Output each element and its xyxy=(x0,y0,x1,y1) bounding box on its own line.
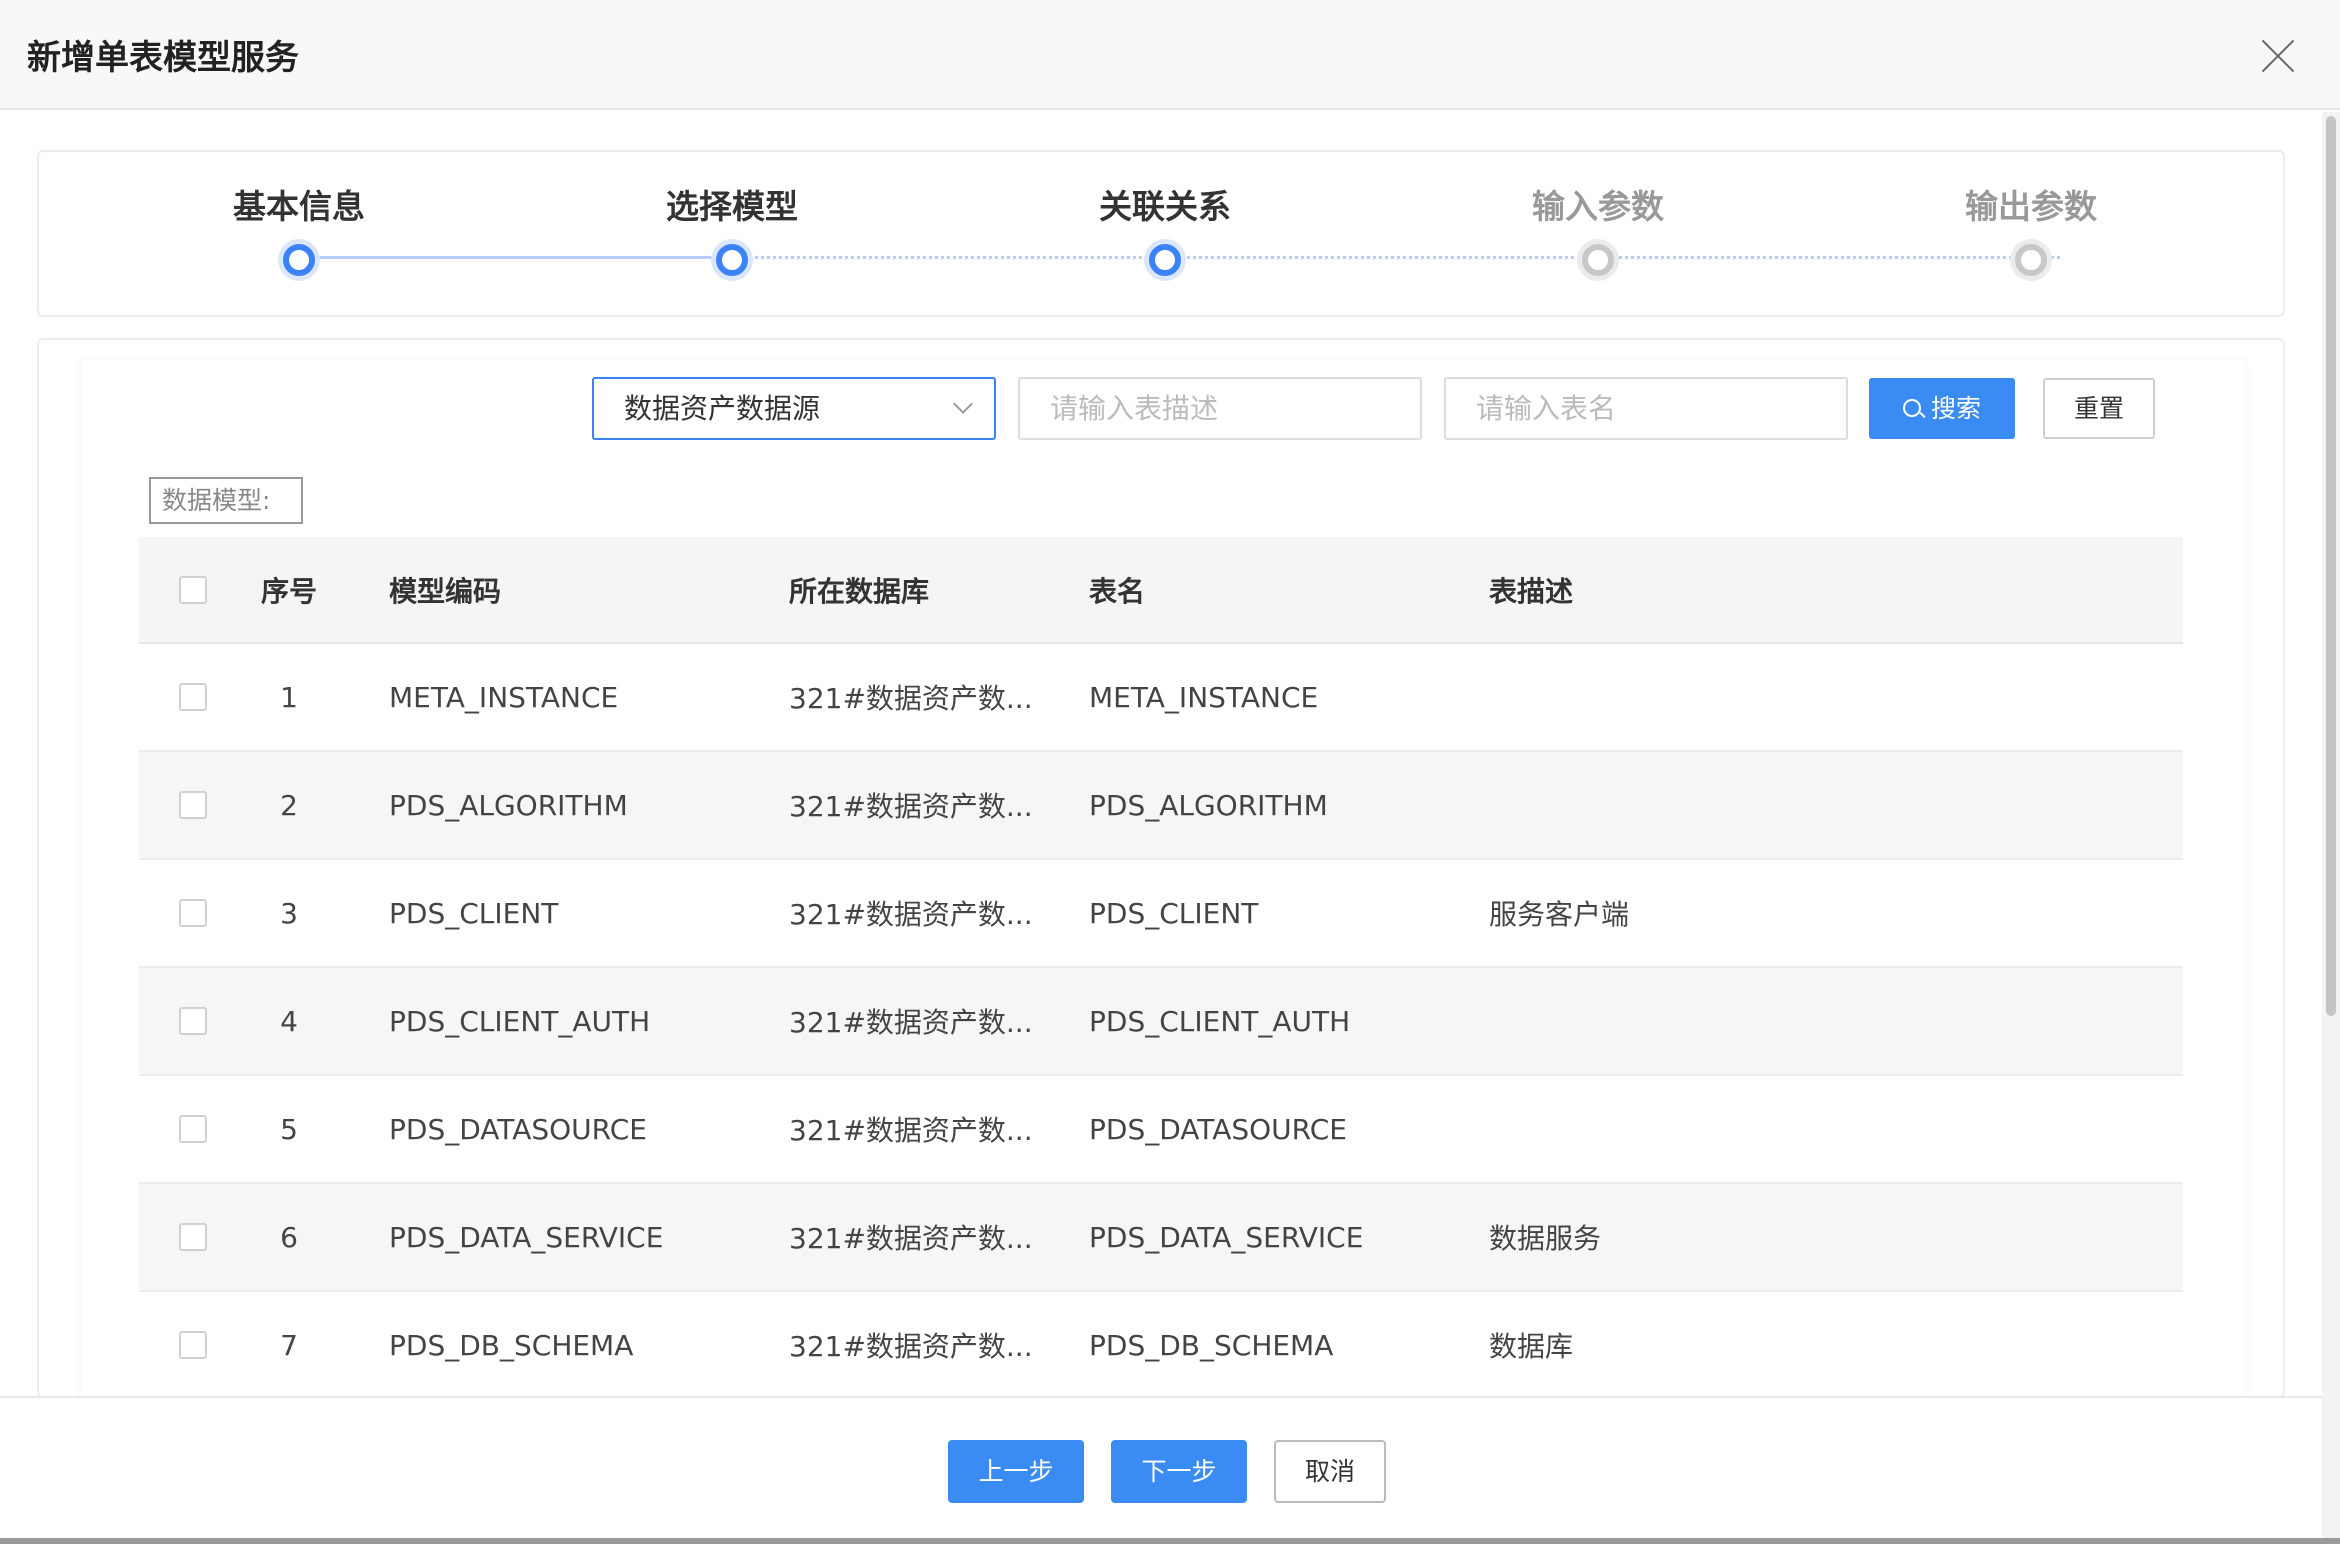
row-table-name: PDS_CLIENT xyxy=(1089,896,1259,930)
header-checkbox-cell xyxy=(179,537,207,642)
row-checkbox-cell xyxy=(179,968,207,1074)
row-checkbox-cell xyxy=(179,644,207,750)
row-table-name: PDS_ALGORITHM xyxy=(1089,788,1328,822)
row-table-name: PDS_CLIENT_AUTH xyxy=(1089,1004,1351,1038)
row-table-desc: 数据库 xyxy=(1489,1330,1574,1363)
header-model-code: 模型编码 xyxy=(389,574,502,608)
table-row[interactable]: 4 PDS_CLIENT_AUTH 321#数据资产数... PDS_CLIEN… xyxy=(139,968,2183,1076)
search-button-label: 搜索 xyxy=(1930,394,1981,423)
table-row[interactable]: 7 PDS_DB_SCHEMA 321#数据资产数... PDS_DB_SCHE… xyxy=(139,1292,2183,1400)
row-table-desc: 数据服务 xyxy=(1489,1222,1602,1255)
header-database: 所在数据库 xyxy=(789,574,930,608)
row-checkbox[interactable] xyxy=(179,683,207,711)
row-table-name: META_INSTANCE xyxy=(1089,680,1319,714)
step-label: 输出参数 xyxy=(1965,187,2097,226)
dialog-header: 新增单表模型服务 xyxy=(0,0,2340,110)
row-checkbox[interactable] xyxy=(179,1223,207,1251)
select-all-checkbox[interactable] xyxy=(179,575,207,604)
row-checkbox[interactable] xyxy=(179,791,207,819)
search-icon xyxy=(1902,399,1921,417)
step-label: 基本信息 xyxy=(233,187,365,226)
dialog-title: 新增单表模型服务 xyxy=(27,38,299,78)
row-model-code: PDS_CLIENT_AUTH xyxy=(389,1004,651,1038)
row-checkbox-cell xyxy=(179,1184,207,1290)
steps-card: 基本信息 选择模型 关联关系 输入参数 输出参数 xyxy=(37,150,2285,317)
step-relations: 关联关系 xyxy=(1015,180,1315,276)
step-connector xyxy=(732,256,2060,259)
row-index: 3 xyxy=(280,896,298,930)
row-checkbox[interactable] xyxy=(179,1115,207,1143)
row-checkbox[interactable] xyxy=(179,1007,207,1035)
search-button[interactable]: 搜索 xyxy=(1869,378,2015,439)
step-dot xyxy=(283,244,315,276)
scrollbar-thumb[interactable] xyxy=(2326,116,2336,1016)
row-checkbox-cell xyxy=(179,752,207,858)
row-model-code: PDS_DATA_SERVICE xyxy=(389,1220,664,1254)
step-dot xyxy=(2015,244,2047,276)
table-row[interactable]: 3 PDS_CLIENT 321#数据资产数... PDS_CLIENT 服务客… xyxy=(139,860,2183,968)
table-row[interactable]: 2 PDS_ALGORITHM 321#数据资产数... PDS_ALGORIT… xyxy=(139,752,2183,860)
step-dot xyxy=(1149,244,1181,276)
step-label: 输入参数 xyxy=(1532,187,1664,226)
row-index: 7 xyxy=(280,1328,298,1362)
step-output-params: 输出参数 xyxy=(1881,180,2181,276)
vertical-scrollbar[interactable] xyxy=(2322,112,2340,1544)
row-table-name: PDS_DATASOURCE xyxy=(1089,1112,1347,1146)
table-row[interactable]: 1 META_INSTANCE 321#数据资产数... META_INSTAN… xyxy=(139,644,2183,752)
row-model-code: PDS_ALGORITHM xyxy=(389,788,628,822)
table-name-input[interactable] xyxy=(1444,377,1848,440)
row-checkbox-cell xyxy=(179,1292,207,1398)
row-model-code: META_INSTANCE xyxy=(389,680,619,714)
header-index: 序号 xyxy=(260,574,317,608)
row-index: 4 xyxy=(280,1004,298,1038)
row-table-name: PDS_DATA_SERVICE xyxy=(1089,1220,1364,1254)
row-database: 321#数据资产数... xyxy=(789,1006,1033,1039)
dialog-footer: 上一步 下一步 取消 xyxy=(0,1396,2322,1544)
row-index: 5 xyxy=(280,1112,298,1146)
header-table-name: 表名 xyxy=(1089,574,1146,608)
row-database: 321#数据资产数... xyxy=(789,790,1033,823)
row-database: 321#数据资产数... xyxy=(789,682,1033,715)
prev-step-button[interactable]: 上一步 xyxy=(948,1440,1084,1503)
step-dot xyxy=(716,244,748,276)
table-desc-input[interactable] xyxy=(1018,377,1422,440)
header-table-desc: 表描述 xyxy=(1489,574,1574,608)
table-row[interactable]: 5 PDS_DATASOURCE 321#数据资产数... PDS_DATASO… xyxy=(139,1076,2183,1184)
row-database: 321#数据资产数... xyxy=(789,1330,1033,1363)
row-model-code: PDS_DATASOURCE xyxy=(389,1112,647,1146)
datasource-select[interactable]: 数据资产数据源 xyxy=(592,377,996,440)
row-index: 1 xyxy=(280,680,298,714)
reset-button[interactable]: 重置 xyxy=(2043,378,2155,439)
model-table: 序号 模型编码 所在数据库 表名 表描述 1 META_INSTANCE 321… xyxy=(139,537,2183,1400)
row-checkbox[interactable] xyxy=(179,1331,207,1359)
table-header: 序号 模型编码 所在数据库 表名 表描述 xyxy=(139,537,2183,644)
row-table-name: PDS_DB_SCHEMA xyxy=(1089,1328,1334,1362)
step-label: 选择模型 xyxy=(666,187,798,226)
step-input-params: 输入参数 xyxy=(1448,180,1748,276)
row-database: 321#数据资产数... xyxy=(789,898,1033,931)
row-index: 6 xyxy=(280,1220,298,1254)
data-model-tag: 数据模型: xyxy=(149,477,303,524)
cancel-button[interactable]: 取消 xyxy=(1274,1440,1386,1503)
datasource-select-value: 数据资产数据源 xyxy=(624,392,821,425)
row-database: 321#数据资产数... xyxy=(789,1114,1033,1147)
next-step-button[interactable]: 下一步 xyxy=(1111,1440,1247,1503)
close-icon[interactable] xyxy=(2258,36,2298,76)
row-database: 321#数据资产数... xyxy=(789,1222,1033,1255)
chevron-down-icon xyxy=(953,394,973,414)
row-model-code: PDS_CLIENT xyxy=(389,896,559,930)
row-checkbox-cell xyxy=(179,860,207,966)
row-model-code: PDS_DB_SCHEMA xyxy=(389,1328,634,1362)
step-basic-info: 基本信息 xyxy=(149,180,449,276)
row-table-desc: 服务客户端 xyxy=(1489,898,1630,931)
row-checkbox[interactable] xyxy=(179,899,207,927)
row-checkbox-cell xyxy=(179,1076,207,1182)
bottom-edge xyxy=(0,1538,2340,1544)
step-dot xyxy=(1582,244,1614,276)
row-index: 2 xyxy=(280,788,298,822)
table-row[interactable]: 6 PDS_DATA_SERVICE 321#数据资产数... PDS_DATA… xyxy=(139,1184,2183,1292)
step-label: 关联关系 xyxy=(1099,187,1231,226)
step-select-model: 选择模型 xyxy=(582,180,882,276)
